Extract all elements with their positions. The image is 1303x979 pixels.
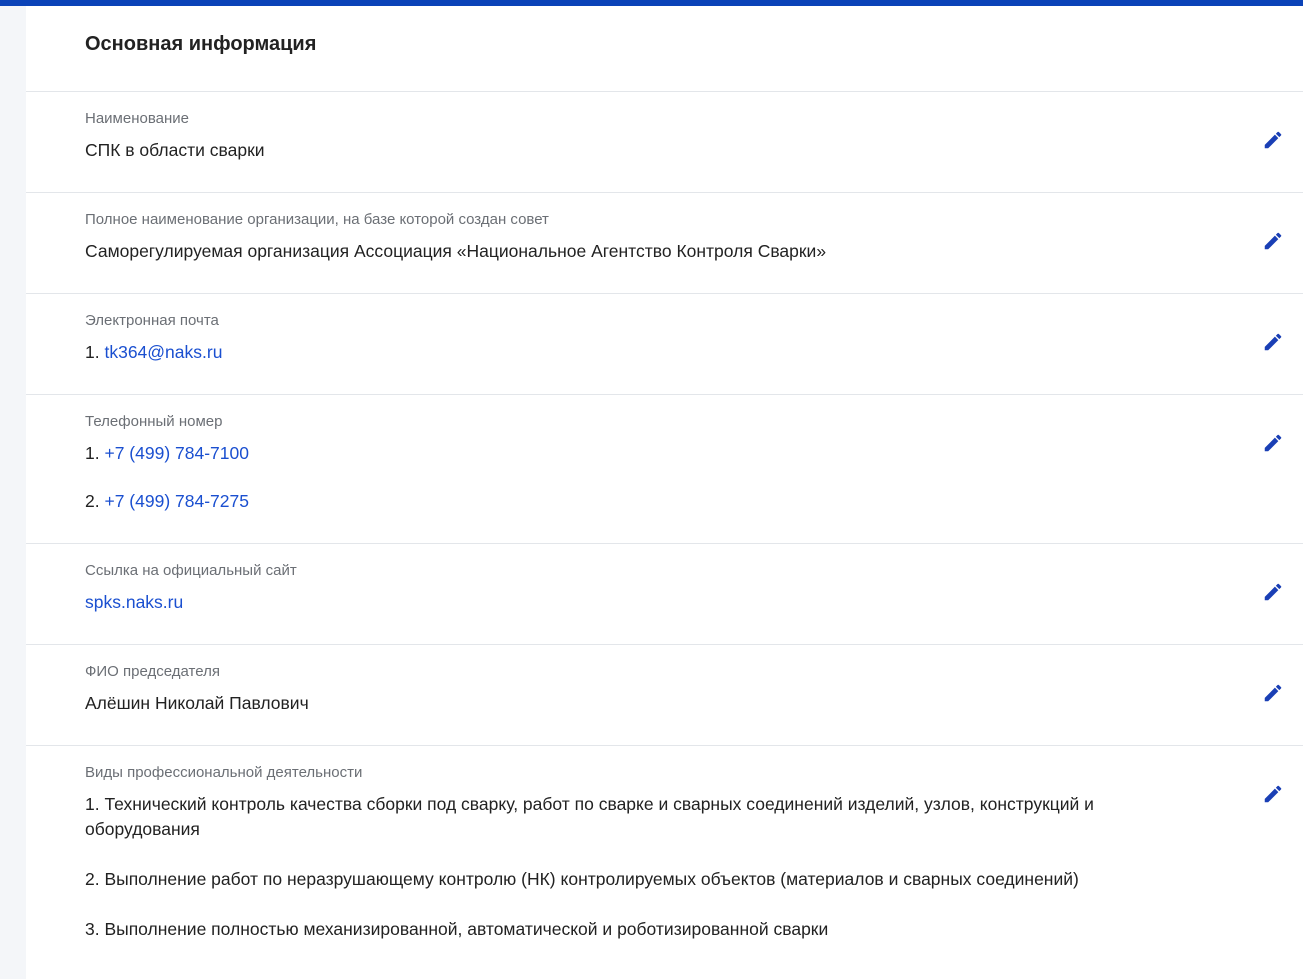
field-row-name: Наименование СПК в области сварки	[26, 92, 1303, 193]
field-value: СПК в области сварки	[85, 140, 265, 160]
field-label: ФИО председателя	[85, 663, 220, 680]
activity-item: 2. Выполнение работ по неразрушающему ко…	[85, 869, 1079, 889]
edit-button[interactable]	[1259, 227, 1287, 255]
field-value: Саморегулируемая организация Ассоциация …	[85, 241, 827, 261]
activity-item: 1. Технический контроль качества сборки …	[85, 794, 1094, 839]
edit-button[interactable]	[1259, 679, 1287, 707]
website-link[interactable]: spks.naks.ru	[85, 592, 183, 612]
pencil-icon	[1264, 434, 1282, 452]
edit-button[interactable]	[1259, 429, 1287, 457]
field-label: Ссылка на официальный сайт	[85, 562, 297, 579]
phone-link[interactable]: +7 (499) 784-7100	[104, 443, 249, 463]
pencil-icon	[1264, 131, 1282, 149]
pencil-icon	[1264, 333, 1282, 351]
field-label: Виды профессиональной деятельности	[85, 764, 363, 781]
field-label: Электронная почта	[85, 312, 219, 329]
email-link[interactable]: tk364@naks.ru	[104, 342, 222, 362]
pencil-icon	[1264, 583, 1282, 601]
pencil-icon	[1264, 785, 1282, 803]
edit-button[interactable]	[1259, 780, 1287, 808]
field-value: Алёшин Николай Павлович	[85, 693, 309, 713]
field-label: Телефонный номер	[85, 413, 223, 430]
item-number: 1.	[85, 342, 100, 362]
field-row-full-name: Полное наименование организации, на базе…	[26, 193, 1303, 294]
main-info-panel: Основная информация Наименование СПК в о…	[26, 6, 1303, 979]
field-row-chairman: ФИО председателя Алёшин Николай Павлович	[26, 645, 1303, 746]
email-item: 1. tk364@naks.ru	[85, 340, 1183, 364]
item-number: 1.	[85, 443, 100, 463]
field-label: Наименование	[85, 110, 189, 127]
field-label: Полное наименование организации, на базе…	[85, 211, 549, 228]
field-row-phone: Телефонный номер 1. +7 (499) 784-7100 2.…	[26, 395, 1303, 544]
edit-button[interactable]	[1259, 328, 1287, 356]
phone-item: 2. +7 (499) 784-7275	[85, 489, 1183, 513]
edit-button[interactable]	[1259, 578, 1287, 606]
field-row-website: Ссылка на официальный сайт spks.naks.ru	[26, 544, 1303, 645]
activity-item: 3. Выполнение полностью механизированной…	[85, 919, 829, 939]
phone-item: 1. +7 (499) 784-7100	[85, 441, 1183, 465]
pencil-icon	[1264, 232, 1282, 250]
section-header: Основная информация	[26, 6, 1303, 92]
section-title: Основная информация	[85, 33, 317, 55]
pencil-icon	[1264, 684, 1282, 702]
field-row-email: Электронная почта 1. tk364@naks.ru	[26, 294, 1303, 395]
edit-button[interactable]	[1259, 126, 1287, 154]
field-value: spks.naks.ru	[85, 590, 1183, 614]
field-row-activities: Виды профессиональной деятельности 1. Те…	[26, 746, 1303, 979]
item-number: 2.	[85, 491, 100, 511]
phone-link[interactable]: +7 (499) 784-7275	[104, 491, 249, 511]
